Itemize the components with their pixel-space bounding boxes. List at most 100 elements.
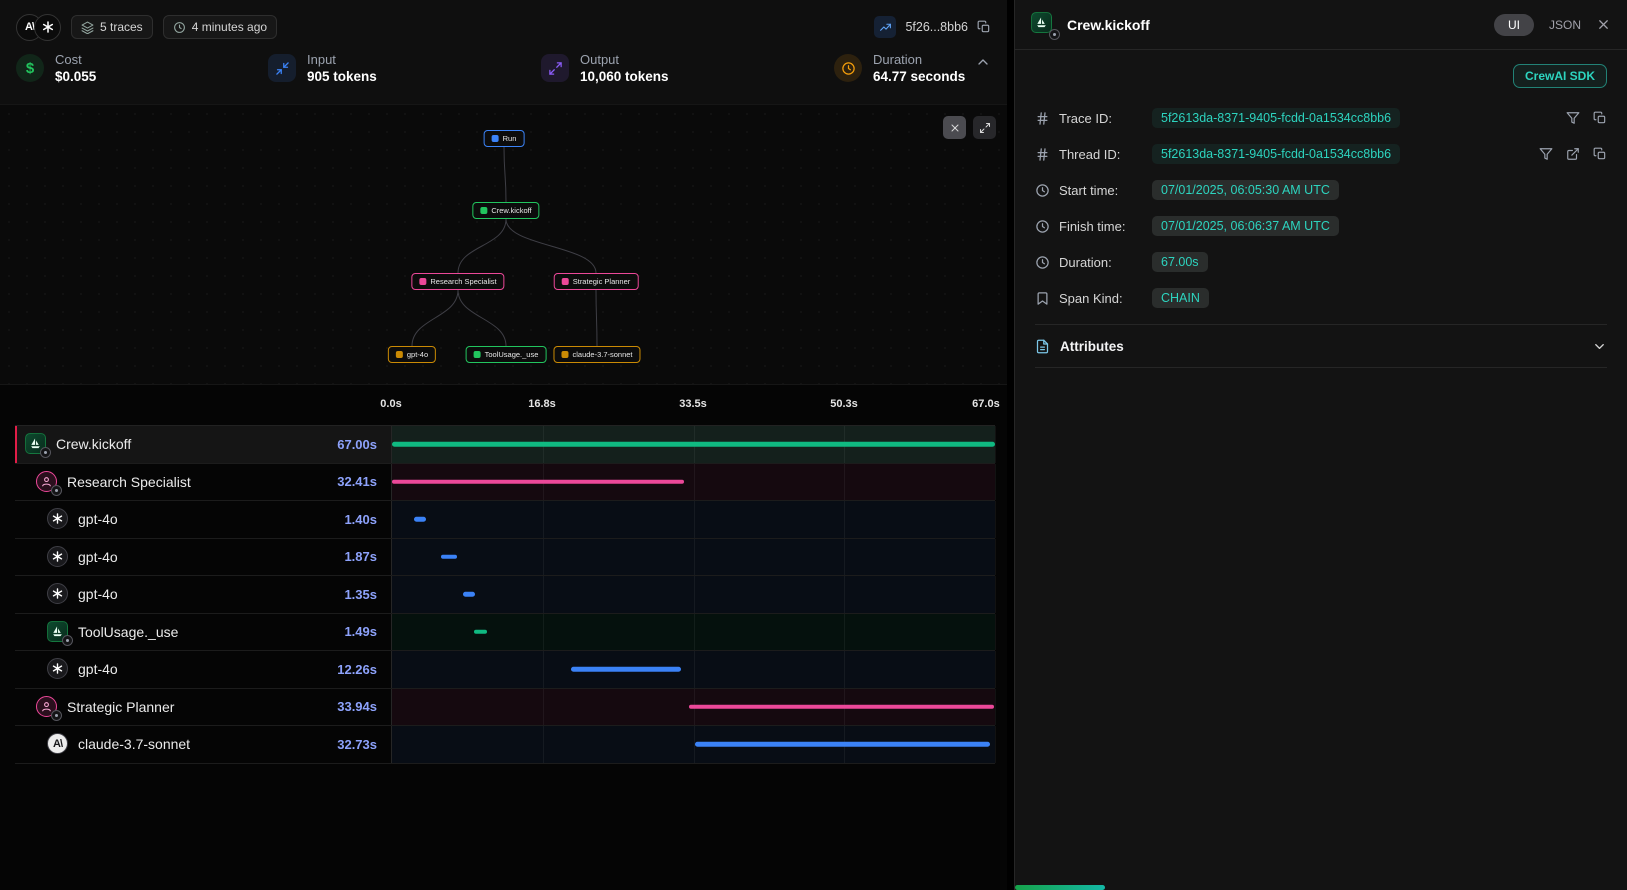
chevron-down-icon [1592,339,1607,354]
expand-graph-button[interactable] [973,116,996,139]
duration-bar[interactable] [695,742,990,747]
detail-rows: Trace ID:5f2613da-8371-9405-fcdd-0a1534c… [1035,100,1607,316]
node-label: Run [503,134,517,143]
clock-icon [834,54,862,82]
traces-count-badge[interactable]: 5 traces [71,15,153,39]
duration-bar[interactable] [474,630,487,635]
node-label: Research Specialist [430,277,496,286]
openai-icon [47,508,69,530]
details-header: Crew.kickoff UI JSON [1015,0,1627,50]
stat-label: Cost [55,52,96,67]
detail-label: Start time: [1059,183,1143,198]
graph-node-run[interactable]: Run [484,130,525,147]
metrics-chart-icon[interactable] [874,16,896,38]
graph-controls [943,116,996,139]
graph-node-gpt4o[interactable]: gpt-4o [388,346,436,363]
gridline [694,651,695,688]
chevron-up-icon[interactable] [975,54,991,70]
detail-row: Thread ID:5f2613da-8371-9405-fcdd-0a1534… [1035,136,1607,172]
row-track [391,464,995,501]
gridline [694,576,695,613]
duration-bar[interactable] [689,705,994,710]
graph-node-tool[interactable]: ToolUsage._use [466,346,547,363]
agentops-badge-icon [51,710,62,721]
detail-value: 5f2613da-8371-9405-fcdd-0a1534cc8bb6 [1152,108,1400,128]
stat-text: Output10,060 tokens [580,52,669,84]
sdk-badge: CrewAI SDK [1513,64,1607,88]
gridline [995,464,996,501]
detail-row: Span Kind:CHAIN [1035,280,1607,316]
scrollbar-thumb[interactable] [1015,885,1105,890]
gridline [543,501,544,538]
detail-row: Finish time:07/01/2025, 06:06:37 AM UTC [1035,208,1607,244]
row-label-cell: gpt-4o1.87s [15,539,391,576]
hash-icon [1035,147,1050,162]
gridline [694,501,695,538]
copy-icon[interactable] [1593,111,1607,125]
waterfall-row[interactable]: gpt-4o1.40s [15,501,995,539]
node-color-icon [561,351,568,358]
gridline [995,501,996,538]
span-name: gpt-4o [78,586,118,602]
detail-value: 67.00s [1152,252,1208,272]
trace-main: A\ 5 traces 4 minutes ago 5f26...8bb6 [0,0,1007,890]
clock-icon [173,21,186,34]
node-color-icon [474,351,481,358]
axis-tick-label: 50.3s [830,398,858,410]
attributes-section[interactable]: Attributes [1035,324,1607,368]
filter-icon[interactable] [1539,147,1553,161]
graph-edges [0,105,1007,386]
stat-value: $0.055 [55,69,96,84]
tab-json[interactable]: JSON [1549,18,1581,32]
waterfall-row[interactable]: Research Specialist32.41s [15,464,995,502]
duration-bar[interactable] [414,517,427,522]
external-link-icon[interactable] [1566,147,1580,161]
waterfall-row[interactable]: gpt-4o12.26s [15,651,995,689]
stat-output: Output10,060 tokens [541,52,834,84]
stat-text: Duration64.77 seconds [873,52,965,84]
attributes-label: Attributes [1060,339,1124,354]
filter-icon[interactable] [1566,111,1580,125]
span-duration: 32.41s [337,474,391,489]
duration-bar[interactable] [392,480,684,485]
agentops-badge-icon [40,447,51,458]
duration-bar[interactable] [463,592,475,597]
copy-icon[interactable] [1593,147,1607,161]
gridline [844,464,845,501]
stat-cost: $Cost$0.055 [16,52,268,84]
waterfall-row[interactable]: Crew.kickoff67.00s [15,426,995,464]
waterfall-row[interactable]: gpt-4o1.35s [15,576,995,614]
copy-icon[interactable] [977,20,991,34]
duration-bar[interactable] [392,442,995,447]
close-graph-button[interactable] [943,116,966,139]
span-name: Strategic Planner [67,699,174,715]
span-duration: 1.87s [344,549,391,564]
graph-node-claude[interactable]: claude-3.7-sonnet [553,346,640,363]
row-label-cell: Research Specialist32.41s [15,464,391,501]
row-label-cell: A\claude-3.7-sonnet32.73s [15,726,391,763]
close-icon[interactable] [1596,17,1611,32]
span-name: claude-3.7-sonnet [78,736,190,752]
tab-ui[interactable]: UI [1494,14,1534,36]
graph-node-crew[interactable]: Crew.kickoff [472,202,539,219]
waterfall-row[interactable]: Strategic Planner33.94s [15,689,995,727]
clock-icon [1035,219,1050,234]
graph-node-research[interactable]: Research Specialist [411,273,504,290]
gridline [844,539,845,576]
gridline [844,576,845,613]
duration-bar[interactable] [571,667,681,672]
duration-bar[interactable] [441,555,458,560]
openai-logo-icon [34,14,61,41]
graph-node-strategic[interactable]: Strategic Planner [554,273,639,290]
trace-age-label: 4 minutes ago [192,20,267,34]
details-panel: Crew.kickoff UI JSON CrewAI SDK Trace ID… [1014,0,1627,890]
node-label: Strategic Planner [573,277,631,286]
gridline [543,576,544,613]
waterfall-row[interactable]: gpt-4o1.87s [15,539,995,577]
crew-icon [25,433,47,455]
traces-count-label: 5 traces [100,20,143,34]
gridline [995,614,996,651]
waterfall-row[interactable]: A\claude-3.7-sonnet32.73s [15,726,995,764]
waterfall-row[interactable]: ToolUsage._use1.49s [15,614,995,652]
row-label-cell: gpt-4o12.26s [15,651,391,688]
